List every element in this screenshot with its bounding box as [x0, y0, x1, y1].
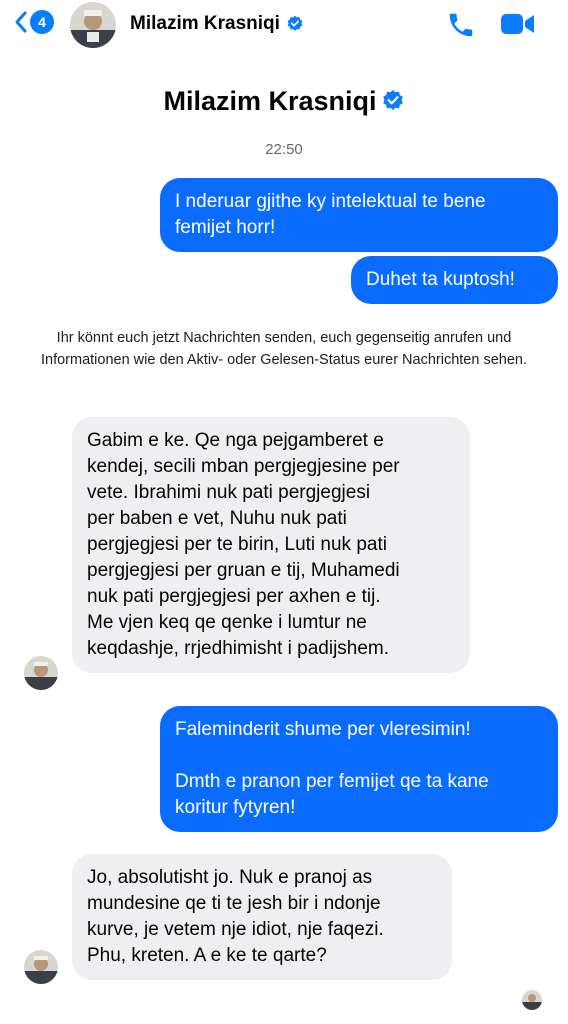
- message-bubble-incoming[interactable]: Gabim e ke. Qe nga pejgamberet e kendej,…: [72, 417, 470, 673]
- message-bubble-outgoing[interactable]: I nderuar gjithe ky intelektual te bene …: [160, 178, 558, 252]
- message-bubble-outgoing[interactable]: Duhet ta kuptosh!: [351, 256, 558, 304]
- avatar-image: [70, 2, 116, 48]
- phone-icon[interactable]: [446, 10, 476, 40]
- avatar-image: [24, 656, 58, 690]
- sender-avatar[interactable]: [24, 950, 58, 984]
- verified-badge-icon: [382, 90, 403, 110]
- read-receipt-avatar: [522, 990, 542, 1010]
- avatar-image: [522, 990, 542, 1010]
- contact-name[interactable]: Milazim Krasniqi: [130, 13, 304, 35]
- contact-name-text: Milazim Krasniqi: [130, 13, 280, 34]
- back-button[interactable]: 4: [14, 10, 54, 34]
- message-bubble-incoming[interactable]: Jo, absolutisht jo. Nuk e pranoj as mund…: [72, 854, 452, 980]
- video-camera-icon[interactable]: [500, 11, 536, 37]
- avatar-image: [24, 950, 58, 984]
- profile-name-text: Milazim Krasniqi: [163, 86, 377, 116]
- system-notice: Ihr könnt euch jetzt Nachrichten senden,…: [40, 330, 527, 368]
- profile-header-name: Milazim Krasniqi: [0, 86, 568, 117]
- message-timestamp: 22:50: [265, 141, 303, 158]
- chevron-left-icon: [15, 11, 27, 33]
- sender-avatar[interactable]: [24, 656, 58, 690]
- message-bubble-outgoing[interactable]: Faleminderit shume per vleresimin! Dmth …: [160, 706, 558, 832]
- verified-badge-icon: [287, 15, 303, 31]
- unread-count-badge: 4: [30, 10, 54, 34]
- contact-avatar[interactable]: [70, 2, 116, 48]
- top-bar: 4 Milazim Krasniqi: [0, 0, 568, 50]
